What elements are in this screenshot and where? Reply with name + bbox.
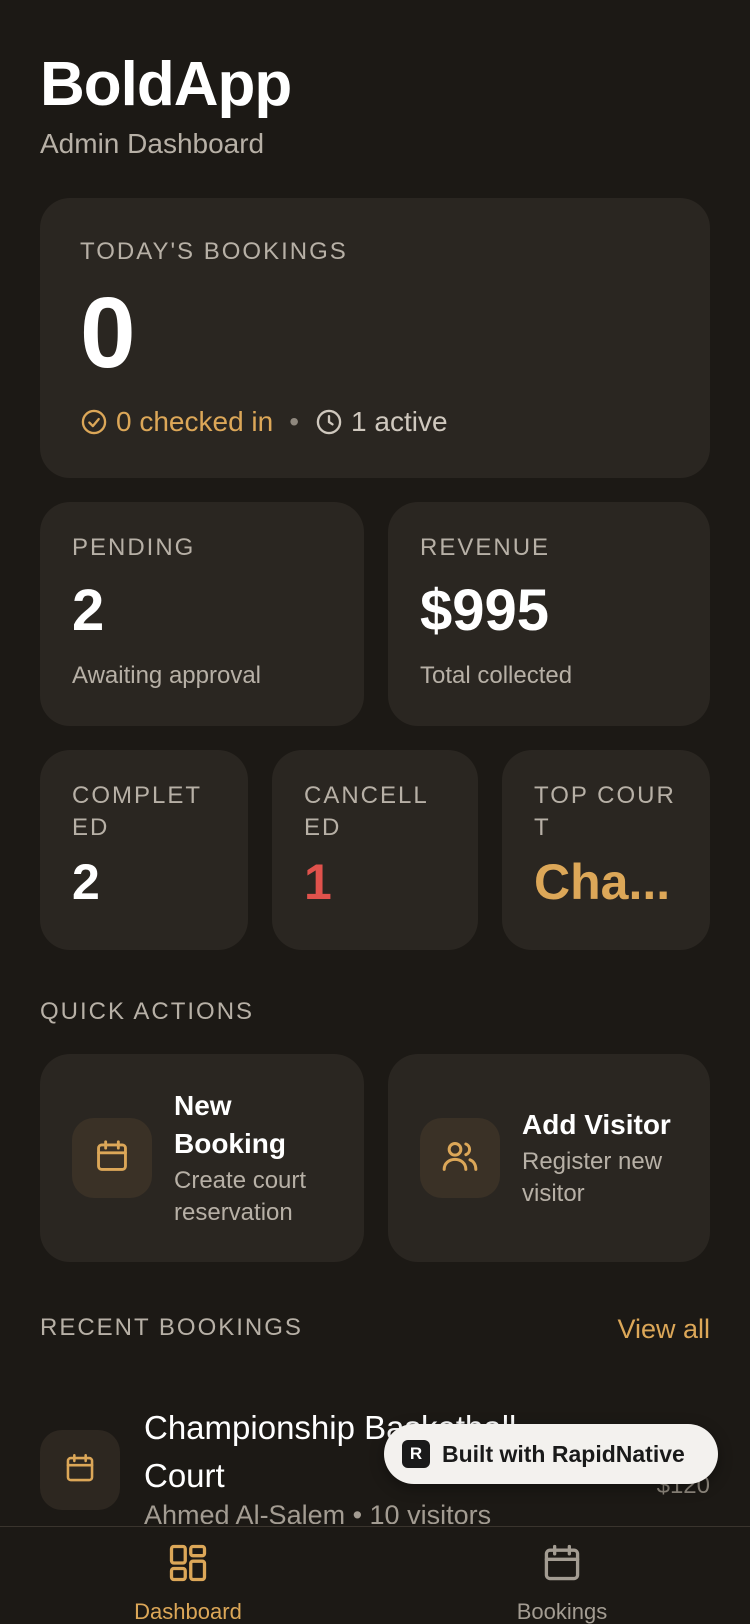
checked-in-text: 0 checked in xyxy=(116,406,274,437)
todays-bookings-label: TODAY'S BOOKINGS xyxy=(80,238,348,265)
new-booking-icon-box xyxy=(72,1118,152,1198)
add-visitor-icon-box xyxy=(420,1118,500,1198)
todays-bookings-card[interactable]: TODAY'S BOOKINGS 0 0 checked in • 1 acti… xyxy=(40,198,710,478)
checked-in-status: 0 checked in xyxy=(80,406,273,438)
tab-dashboard-label: Dashboard xyxy=(134,1599,242,1624)
pending-label: PENDING xyxy=(72,534,196,561)
meta-separator: • xyxy=(289,406,300,437)
calendar-icon xyxy=(63,1451,97,1490)
booking-icon-box xyxy=(40,1430,120,1510)
pending-caption: Awaiting approval xyxy=(72,662,262,689)
revenue-card[interactable]: REVENUE $995 Total collected xyxy=(388,502,710,726)
new-booking-desc: Create court reservation xyxy=(174,1167,307,1226)
revenue-value: $995 xyxy=(420,578,550,643)
dashboard-icon xyxy=(88,1541,288,1587)
tab-bookings-label: Bookings xyxy=(516,1599,608,1624)
add-visitor-button[interactable]: Add Visitor Register new visitor xyxy=(388,1054,710,1262)
rapidnative-logo-icon: R xyxy=(402,1440,430,1468)
app-subtitle: Admin Dashboard xyxy=(40,128,265,159)
completed-card[interactable]: COMPLETED 2 xyxy=(40,750,248,950)
check-circle-icon xyxy=(80,408,108,436)
app-screen: BoldApp Admin Dashboard TODAY'S BOOKINGS… xyxy=(0,0,750,1624)
calendar-icon xyxy=(93,1137,131,1180)
pending-card[interactable]: PENDING 2 Awaiting approval xyxy=(40,502,364,726)
built-with-badge[interactable]: R Built with RapidNative xyxy=(384,1424,718,1484)
calendar-icon xyxy=(462,1541,662,1587)
top-court-label: TOP COURT xyxy=(534,782,676,841)
new-booking-title: New Booking xyxy=(174,1090,286,1159)
top-court-value: Cha... xyxy=(534,854,671,910)
add-visitor-text: Add Visitor Register new visitor xyxy=(522,1106,678,1210)
users-icon xyxy=(440,1136,480,1181)
top-court-card[interactable]: TOP COURT Cha... xyxy=(502,750,710,950)
add-visitor-title: Add Visitor xyxy=(522,1109,671,1140)
todays-bookings-meta: 0 checked in • 1 active xyxy=(80,406,670,438)
view-all-link[interactable]: View all xyxy=(617,1314,710,1345)
active-status: 1 active xyxy=(315,406,448,438)
badge-text: Built with RapidNative xyxy=(442,1440,685,1467)
revenue-label: REVENUE xyxy=(420,534,551,561)
cancelled-card[interactable]: CANCELLED 1 xyxy=(272,750,478,950)
tab-bookings[interactable]: Bookings xyxy=(462,1541,662,1624)
recent-bookings-title: RECENT BOOKINGS xyxy=(40,1314,303,1341)
new-booking-text: New Booking Create court reservation xyxy=(174,1087,332,1229)
booking-details: Ahmed Al-Salem • 10 visitors xyxy=(144,1500,492,1524)
completed-value: 2 xyxy=(72,854,100,910)
cancelled-label: CANCELLED xyxy=(304,782,429,841)
bottom-tab-bar: Dashboard Bookings xyxy=(0,1526,750,1624)
active-text: 1 active xyxy=(351,406,448,437)
todays-bookings-count: 0 xyxy=(80,277,136,389)
add-visitor-desc: Register new visitor xyxy=(522,1148,663,1207)
new-booking-button[interactable]: New Booking Create court reservation xyxy=(40,1054,364,1262)
completed-label: COMPLETED xyxy=(72,782,203,841)
quick-actions-title: QUICK ACTIONS xyxy=(40,998,255,1025)
header: BoldApp Admin Dashboard xyxy=(40,48,292,160)
pending-value: 2 xyxy=(72,578,105,643)
revenue-caption: Total collected xyxy=(420,662,573,689)
tab-dashboard[interactable]: Dashboard xyxy=(88,1541,288,1624)
cancelled-value: 1 xyxy=(304,854,332,910)
clock-icon xyxy=(315,408,343,436)
app-title: BoldApp xyxy=(40,50,292,119)
